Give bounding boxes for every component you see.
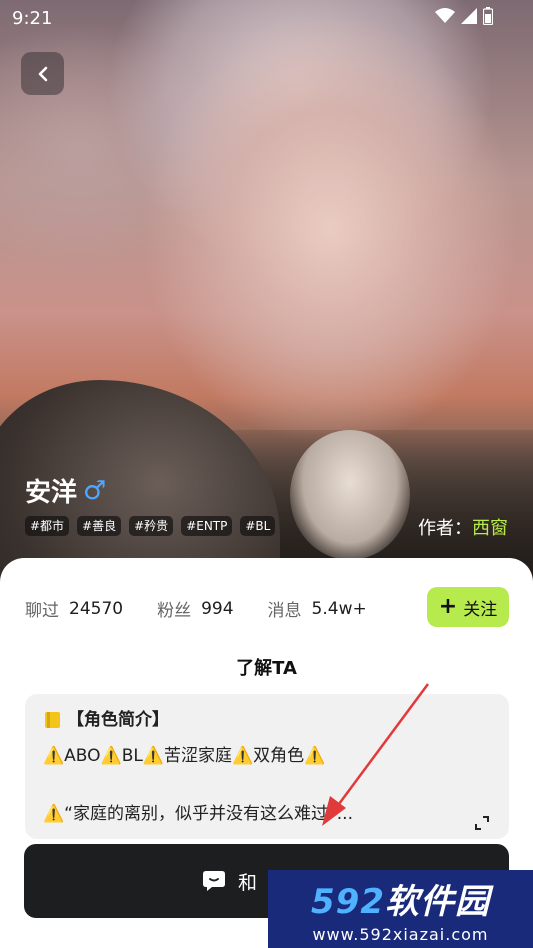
stat-messages: 消息 5.4w+ bbox=[267, 596, 367, 622]
stat-value: 5.4w+ bbox=[311, 598, 367, 619]
stat-label: 聊过 bbox=[25, 601, 59, 621]
back-arrow-icon bbox=[38, 66, 47, 81]
chat-bubble-icon bbox=[203, 871, 225, 891]
intro-line: ⚠️“家庭的离别，似乎并没有这么难过”... bbox=[43, 804, 353, 824]
back-button[interactable] bbox=[21, 52, 64, 95]
expand-icon[interactable] bbox=[475, 816, 489, 830]
stat-label: 粉丝 bbox=[157, 601, 192, 621]
follow-button[interactable]: + 关注 bbox=[427, 587, 509, 627]
tag-list: #都市 #善良 #矜贵 #ENTP #BL bbox=[25, 516, 276, 536]
watermark: 592软件园 www.592xiazai.com bbox=[268, 870, 533, 948]
stat-value: 994 bbox=[201, 598, 234, 619]
tag-item[interactable]: #矜贵 bbox=[129, 516, 174, 536]
stats-row: 聊过 24570 粉丝 994 消息 5.4w+ bbox=[25, 596, 401, 622]
tag-item[interactable]: #善良 bbox=[77, 516, 122, 536]
chat-label: 和 bbox=[238, 871, 258, 894]
stat-chatted: 聊过 24570 bbox=[25, 596, 124, 622]
battery-icon bbox=[483, 7, 493, 25]
follow-label: 关注 bbox=[463, 599, 498, 620]
author-label: 作者： bbox=[418, 518, 472, 539]
book-icon bbox=[45, 712, 60, 728]
watermark-url: www.592xiazai.com bbox=[312, 925, 489, 944]
stat-value: 24570 bbox=[69, 598, 124, 619]
author[interactable]: 作者：西窗 bbox=[418, 514, 508, 540]
status-bar: 9:21 bbox=[0, 0, 533, 38]
tag-item[interactable]: #ENTP bbox=[181, 516, 233, 536]
intro-title-row: 【角色简介】 bbox=[43, 708, 493, 732]
intro-card[interactable]: 【角色简介】 ⚠️ABO⚠️BL⚠️苦涩家庭⚠️双角色⚠️ ⚠️“家庭的离别，似… bbox=[25, 694, 509, 839]
stat-fans: 粉丝 994 bbox=[157, 596, 234, 622]
intro-line: ⚠️ABO⚠️BL⚠️苦涩家庭⚠️双角色⚠️ bbox=[43, 746, 326, 766]
signal-icon bbox=[461, 8, 477, 24]
wifi-icon bbox=[435, 8, 455, 23]
portrait-fur-collar bbox=[290, 430, 410, 560]
status-time: 9:21 bbox=[12, 8, 53, 29]
character-portrait bbox=[0, 0, 533, 600]
author-name[interactable]: 西窗 bbox=[472, 518, 508, 539]
tag-item[interactable]: #都市 bbox=[25, 516, 70, 536]
section-title: 了解TA bbox=[236, 658, 297, 679]
intro-title: 【角色简介】 bbox=[67, 710, 169, 730]
character-name: 安洋 bbox=[25, 478, 78, 508]
plus-icon: + bbox=[438, 594, 458, 619]
tag-item[interactable]: #BL bbox=[240, 516, 276, 536]
status-icons bbox=[435, 7, 493, 25]
character-name-row: 安洋 ♂ bbox=[25, 472, 106, 509]
gender-male-icon: ♂ bbox=[83, 475, 107, 506]
watermark-logo: 592软件园 bbox=[311, 882, 490, 922]
stat-label: 消息 bbox=[267, 601, 302, 621]
